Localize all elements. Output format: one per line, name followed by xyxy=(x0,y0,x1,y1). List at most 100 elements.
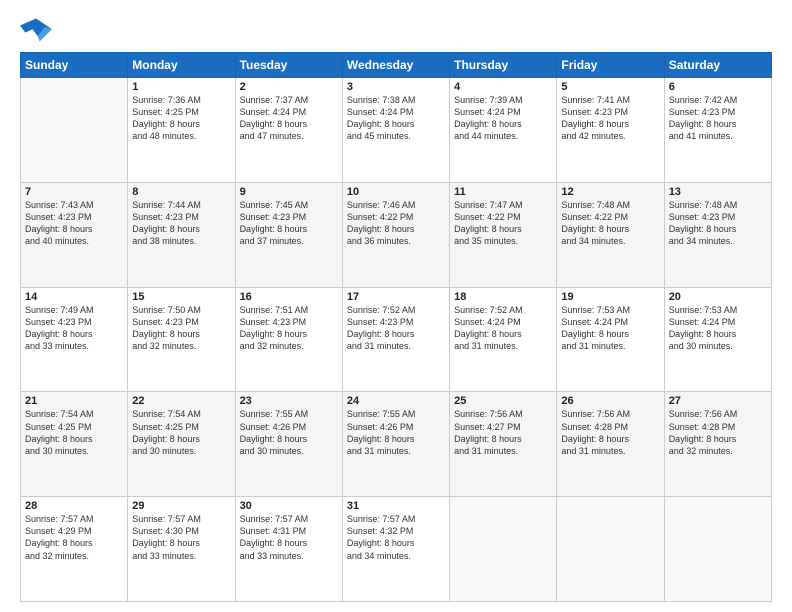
calendar-cell: 6Sunrise: 7:42 AMSunset: 4:23 PMDaylight… xyxy=(664,78,771,183)
calendar-cell: 3Sunrise: 7:38 AMSunset: 4:24 PMDaylight… xyxy=(342,78,449,183)
day-info: Sunrise: 7:46 AMSunset: 4:22 PMDaylight:… xyxy=(347,199,445,248)
calendar-cell: 2Sunrise: 7:37 AMSunset: 4:24 PMDaylight… xyxy=(235,78,342,183)
day-info: Sunrise: 7:36 AMSunset: 4:25 PMDaylight:… xyxy=(132,94,230,143)
calendar-cell: 11Sunrise: 7:47 AMSunset: 4:22 PMDayligh… xyxy=(450,182,557,287)
day-number: 26 xyxy=(561,395,659,407)
day-number: 6 xyxy=(669,81,767,93)
calendar-cell xyxy=(21,78,128,183)
day-number: 27 xyxy=(669,395,767,407)
day-number: 14 xyxy=(25,291,123,303)
calendar-cell: 29Sunrise: 7:57 AMSunset: 4:30 PMDayligh… xyxy=(128,497,235,602)
calendar-cell xyxy=(557,497,664,602)
day-number: 4 xyxy=(454,81,552,93)
day-info: Sunrise: 7:37 AMSunset: 4:24 PMDaylight:… xyxy=(240,94,338,143)
day-header-monday: Monday xyxy=(128,53,235,78)
calendar-cell: 17Sunrise: 7:52 AMSunset: 4:23 PMDayligh… xyxy=(342,287,449,392)
day-number: 24 xyxy=(347,395,445,407)
day-info: Sunrise: 7:56 AMSunset: 4:27 PMDaylight:… xyxy=(454,408,552,457)
day-header-tuesday: Tuesday xyxy=(235,53,342,78)
calendar-cell: 23Sunrise: 7:55 AMSunset: 4:26 PMDayligh… xyxy=(235,392,342,497)
day-number: 20 xyxy=(669,291,767,303)
day-info: Sunrise: 7:56 AMSunset: 4:28 PMDaylight:… xyxy=(561,408,659,457)
calendar-cell: 31Sunrise: 7:57 AMSunset: 4:32 PMDayligh… xyxy=(342,497,449,602)
day-number: 28 xyxy=(25,500,123,512)
day-info: Sunrise: 7:49 AMSunset: 4:23 PMDaylight:… xyxy=(25,304,123,353)
day-header-sunday: Sunday xyxy=(21,53,128,78)
calendar-body: 1Sunrise: 7:36 AMSunset: 4:25 PMDaylight… xyxy=(21,78,772,602)
day-info: Sunrise: 7:43 AMSunset: 4:23 PMDaylight:… xyxy=(25,199,123,248)
day-number: 8 xyxy=(132,186,230,198)
calendar-cell: 5Sunrise: 7:41 AMSunset: 4:23 PMDaylight… xyxy=(557,78,664,183)
day-number: 30 xyxy=(240,500,338,512)
day-number: 17 xyxy=(347,291,445,303)
day-info: Sunrise: 7:48 AMSunset: 4:23 PMDaylight:… xyxy=(669,199,767,248)
day-number: 2 xyxy=(240,81,338,93)
page: SundayMondayTuesdayWednesdayThursdayFrid… xyxy=(0,0,792,612)
calendar-cell: 7Sunrise: 7:43 AMSunset: 4:23 PMDaylight… xyxy=(21,182,128,287)
calendar-cell: 30Sunrise: 7:57 AMSunset: 4:31 PMDayligh… xyxy=(235,497,342,602)
calendar-cell: 20Sunrise: 7:53 AMSunset: 4:24 PMDayligh… xyxy=(664,287,771,392)
day-header-thursday: Thursday xyxy=(450,53,557,78)
week-row-2: 7Sunrise: 7:43 AMSunset: 4:23 PMDaylight… xyxy=(21,182,772,287)
day-number: 21 xyxy=(25,395,123,407)
calendar-cell: 1Sunrise: 7:36 AMSunset: 4:25 PMDaylight… xyxy=(128,78,235,183)
day-number: 15 xyxy=(132,291,230,303)
day-header-wednesday: Wednesday xyxy=(342,53,449,78)
day-info: Sunrise: 7:56 AMSunset: 4:28 PMDaylight:… xyxy=(669,408,767,457)
week-row-5: 28Sunrise: 7:57 AMSunset: 4:29 PMDayligh… xyxy=(21,497,772,602)
header xyxy=(20,16,772,44)
day-info: Sunrise: 7:57 AMSunset: 4:30 PMDaylight:… xyxy=(132,513,230,562)
day-header-saturday: Saturday xyxy=(664,53,771,78)
day-number: 10 xyxy=(347,186,445,198)
day-info: Sunrise: 7:52 AMSunset: 4:24 PMDaylight:… xyxy=(454,304,552,353)
day-number: 23 xyxy=(240,395,338,407)
calendar-cell: 21Sunrise: 7:54 AMSunset: 4:25 PMDayligh… xyxy=(21,392,128,497)
day-info: Sunrise: 7:57 AMSunset: 4:31 PMDaylight:… xyxy=(240,513,338,562)
calendar-cell: 18Sunrise: 7:52 AMSunset: 4:24 PMDayligh… xyxy=(450,287,557,392)
day-info: Sunrise: 7:38 AMSunset: 4:24 PMDaylight:… xyxy=(347,94,445,143)
calendar-table: SundayMondayTuesdayWednesdayThursdayFrid… xyxy=(20,52,772,602)
day-info: Sunrise: 7:57 AMSunset: 4:32 PMDaylight:… xyxy=(347,513,445,562)
day-info: Sunrise: 7:57 AMSunset: 4:29 PMDaylight:… xyxy=(25,513,123,562)
day-info: Sunrise: 7:41 AMSunset: 4:23 PMDaylight:… xyxy=(561,94,659,143)
calendar-cell: 22Sunrise: 7:54 AMSunset: 4:25 PMDayligh… xyxy=(128,392,235,497)
calendar-cell: 8Sunrise: 7:44 AMSunset: 4:23 PMDaylight… xyxy=(128,182,235,287)
day-info: Sunrise: 7:39 AMSunset: 4:24 PMDaylight:… xyxy=(454,94,552,143)
day-number: 19 xyxy=(561,291,659,303)
day-number: 12 xyxy=(561,186,659,198)
day-number: 3 xyxy=(347,81,445,93)
day-info: Sunrise: 7:55 AMSunset: 4:26 PMDaylight:… xyxy=(347,408,445,457)
day-info: Sunrise: 7:54 AMSunset: 4:25 PMDaylight:… xyxy=(25,408,123,457)
day-info: Sunrise: 7:42 AMSunset: 4:23 PMDaylight:… xyxy=(669,94,767,143)
day-info: Sunrise: 7:44 AMSunset: 4:23 PMDaylight:… xyxy=(132,199,230,248)
logo-icon xyxy=(20,16,52,44)
week-row-3: 14Sunrise: 7:49 AMSunset: 4:23 PMDayligh… xyxy=(21,287,772,392)
day-number: 7 xyxy=(25,186,123,198)
day-number: 16 xyxy=(240,291,338,303)
calendar-cell: 9Sunrise: 7:45 AMSunset: 4:23 PMDaylight… xyxy=(235,182,342,287)
day-number: 22 xyxy=(132,395,230,407)
calendar-cell xyxy=(664,497,771,602)
day-info: Sunrise: 7:54 AMSunset: 4:25 PMDaylight:… xyxy=(132,408,230,457)
week-row-4: 21Sunrise: 7:54 AMSunset: 4:25 PMDayligh… xyxy=(21,392,772,497)
day-info: Sunrise: 7:51 AMSunset: 4:23 PMDaylight:… xyxy=(240,304,338,353)
day-info: Sunrise: 7:48 AMSunset: 4:22 PMDaylight:… xyxy=(561,199,659,248)
day-number: 5 xyxy=(561,81,659,93)
day-info: Sunrise: 7:50 AMSunset: 4:23 PMDaylight:… xyxy=(132,304,230,353)
calendar-cell: 15Sunrise: 7:50 AMSunset: 4:23 PMDayligh… xyxy=(128,287,235,392)
day-number: 31 xyxy=(347,500,445,512)
day-info: Sunrise: 7:52 AMSunset: 4:23 PMDaylight:… xyxy=(347,304,445,353)
day-number: 9 xyxy=(240,186,338,198)
day-number: 29 xyxy=(132,500,230,512)
calendar-cell: 19Sunrise: 7:53 AMSunset: 4:24 PMDayligh… xyxy=(557,287,664,392)
calendar-cell: 25Sunrise: 7:56 AMSunset: 4:27 PMDayligh… xyxy=(450,392,557,497)
logo xyxy=(20,16,56,44)
calendar-cell: 14Sunrise: 7:49 AMSunset: 4:23 PMDayligh… xyxy=(21,287,128,392)
day-number: 11 xyxy=(454,186,552,198)
day-info: Sunrise: 7:45 AMSunset: 4:23 PMDaylight:… xyxy=(240,199,338,248)
week-row-1: 1Sunrise: 7:36 AMSunset: 4:25 PMDaylight… xyxy=(21,78,772,183)
calendar-cell: 13Sunrise: 7:48 AMSunset: 4:23 PMDayligh… xyxy=(664,182,771,287)
calendar-cell: 27Sunrise: 7:56 AMSunset: 4:28 PMDayligh… xyxy=(664,392,771,497)
day-info: Sunrise: 7:47 AMSunset: 4:22 PMDaylight:… xyxy=(454,199,552,248)
day-number: 13 xyxy=(669,186,767,198)
